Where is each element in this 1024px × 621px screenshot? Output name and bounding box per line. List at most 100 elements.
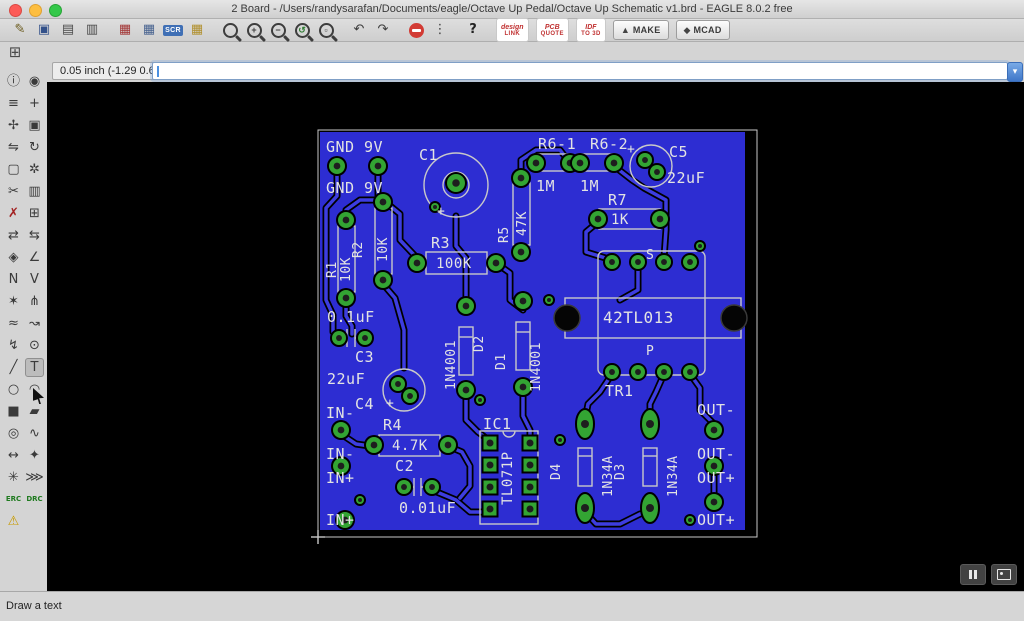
pcb-drawing[interactable]: GND 9V C1 R6-1 R6-2 C5 22uF GND 9V 1M 1M R7 1K R3 100K…	[47, 82, 1024, 592]
miter-icon[interactable]: ∠	[25, 248, 44, 267]
dimension-icon[interactable]: ↔	[4, 446, 23, 465]
svg-text:GND: GND	[326, 179, 355, 197]
svg-text:1M: 1M	[580, 177, 599, 195]
autorouter-icon[interactable]: ⋙	[25, 468, 44, 487]
svg-text:10K: 10K	[339, 257, 354, 282]
grid-button[interactable]: ⊞	[6, 43, 24, 61]
svg-text:C2: C2	[395, 457, 414, 475]
optimize-icon[interactable]: ≈	[4, 314, 23, 333]
svg-text:R6-2: R6-2	[590, 135, 628, 153]
zoom-redraw-icon[interactable]: ↺	[292, 20, 312, 40]
zoom-window-button[interactable]	[49, 4, 62, 17]
cam-processor-icon[interactable]: ▦	[115, 20, 135, 40]
svg-text:OUT-: OUT-	[697, 401, 735, 419]
group-icon[interactable]: ▢	[4, 160, 23, 179]
toolbar-separator	[106, 30, 115, 31]
design-link-badge[interactable]: design LINK	[496, 18, 529, 42]
gateswap-icon[interactable]: ⇆	[25, 226, 44, 245]
pause-icon	[969, 570, 972, 579]
name-icon[interactable]: N	[4, 270, 23, 289]
text-icon[interactable]: T	[25, 357, 44, 377]
circle-icon[interactable]: ○	[4, 380, 23, 399]
change-icon[interactable]: ✲	[25, 160, 44, 179]
move-icon[interactable]: ✢	[4, 116, 23, 135]
route-icon[interactable]: ↝	[25, 314, 44, 333]
polygon-icon[interactable]: ▰	[25, 402, 44, 421]
pinswap-icon[interactable]: ⇄	[4, 226, 23, 245]
zoom-out-icon[interactable]: −	[268, 20, 288, 40]
statusbar: Draw a text	[0, 591, 1024, 621]
pcb-quote-badge[interactable]: PCB QUOTE	[535, 18, 569, 42]
signal-icon[interactable]: ∿	[25, 424, 44, 443]
command-input[interactable]	[152, 62, 1008, 80]
via-icon[interactable]: ◎	[4, 424, 23, 443]
rotate-icon[interactable]: ↻	[25, 138, 44, 157]
ripup-icon[interactable]: ↯	[4, 336, 23, 355]
add-icon[interactable]: ⊞	[25, 204, 44, 223]
ratsnest-icon[interactable]: ✳	[4, 468, 23, 487]
paste-icon[interactable]: ▥	[25, 182, 44, 201]
close-window-button[interactable]	[9, 4, 22, 17]
svg-text:TL071P: TL071P	[500, 451, 516, 505]
run-script-icon[interactable]: SCR	[163, 20, 183, 40]
svg-text:1K: 1K	[611, 212, 629, 228]
idf-to-3d-badge[interactable]: IDF TO 3D	[575, 18, 606, 42]
svg-text:R3: R3	[431, 234, 450, 252]
titlebar: 2 Board - /Users/randysarafan/Documents/…	[0, 0, 1024, 19]
ulp-icon[interactable]: ▦	[187, 20, 207, 40]
svg-text:R4: R4	[383, 416, 402, 434]
split-icon[interactable]: ⋔	[25, 292, 44, 311]
mark-icon[interactable]: +	[25, 94, 44, 113]
toolbar-separator	[340, 30, 349, 31]
minimize-window-button[interactable]	[29, 4, 42, 17]
svg-text:C4: C4	[355, 395, 374, 413]
svg-text:22uF: 22uF	[327, 370, 365, 388]
smash-icon[interactable]: ✶	[4, 292, 23, 311]
svg-text:OUT+: OUT+	[697, 469, 735, 487]
svg-text:0.1uF: 0.1uF	[327, 308, 375, 326]
errors-icon[interactable]: ⚠	[4, 512, 23, 531]
zoom-select-icon[interactable]: ▫	[316, 20, 336, 40]
value-icon[interactable]: V	[25, 270, 44, 289]
display-layers-icon[interactable]: ≡	[4, 94, 23, 113]
open-icon[interactable]: ✎	[10, 20, 30, 40]
print-icon[interactable]: ▤	[58, 20, 78, 40]
tool-palette: ⓘ ◉ ≡ + ✢ ▣ ⇋ ↻ ▢ ✲ ✂ ▥ ✗ ⊞ ⇄ ⇆ ◈ ∠ N V ✶ ⋔ ≈ ↝ ↯ ⊙ ╱ T ○ ◠ ■ ▰ ◎ ∿ ↔ ✦ ✳ ⋙ ER…	[0, 62, 47, 592]
copy-icon[interactable]: ▣	[25, 116, 44, 135]
rect-icon[interactable]: ■	[4, 402, 23, 421]
svg-text:GND: GND	[326, 138, 355, 156]
cut-icon[interactable]: ✂	[4, 182, 23, 201]
attach-icon[interactable]: ✦	[25, 446, 44, 465]
command-history-dropdown[interactable]: ▾	[1007, 62, 1023, 82]
wire-icon[interactable]: ╱	[4, 358, 23, 377]
undo-icon[interactable]: ↶	[349, 20, 369, 40]
export-image-icon[interactable]: ▥	[82, 20, 102, 40]
pause-button[interactable]	[960, 564, 986, 585]
lock-icon[interactable]: ◈	[4, 248, 23, 267]
svg-text:+: +	[627, 142, 635, 157]
mcad-button[interactable]: ◆ MCAD	[675, 20, 730, 40]
erc-icon[interactable]: ERC	[4, 490, 23, 509]
delete-icon[interactable]: ✗	[4, 204, 23, 223]
svg-text:100K: 100K	[436, 256, 472, 272]
help-icon[interactable]: ?	[463, 20, 483, 40]
info-icon[interactable]: ⓘ	[4, 72, 23, 91]
table-icon[interactable]: ▦	[139, 20, 159, 40]
screenshot-button[interactable]	[991, 564, 1017, 585]
stop-icon[interactable]	[406, 20, 426, 40]
redo-icon[interactable]: ↷	[373, 20, 393, 40]
run-icon[interactable]: ⋮	[430, 20, 450, 40]
eye-icon[interactable]: ◉	[25, 72, 44, 91]
svg-text:OUT-: OUT-	[697, 445, 735, 463]
zoom-in-icon[interactable]: +	[244, 20, 264, 40]
svg-text:9V: 9V	[364, 179, 383, 197]
make-button[interactable]: ▲ MAKE	[612, 20, 669, 40]
save-icon[interactable]: ▣	[34, 20, 54, 40]
svg-text:+: +	[437, 204, 445, 219]
mirror-icon[interactable]: ⇋	[4, 138, 23, 157]
svg-text:R7: R7	[608, 191, 627, 209]
hole-icon[interactable]: ⊙	[25, 336, 44, 355]
zoom-fit-icon[interactable]	[220, 20, 240, 40]
board-canvas[interactable]: GND 9V C1 R6-1 R6-2 C5 22uF GND 9V 1M 1M R7 1K R3 100K…	[47, 82, 1024, 592]
drc-icon[interactable]: DRC	[25, 490, 44, 509]
